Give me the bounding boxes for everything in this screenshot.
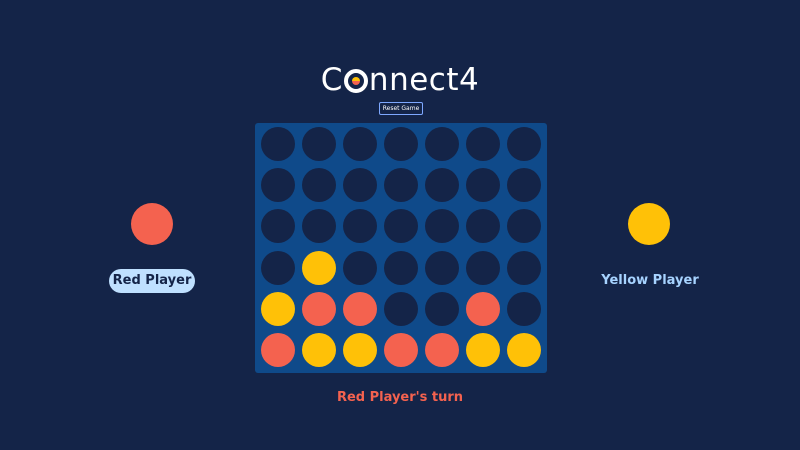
turn-status: Red Player's turn <box>336 390 464 405</box>
game-logo: Cnnect4 <box>0 60 800 100</box>
board-cell-empty[interactable] <box>384 209 418 244</box>
board-cell-empty[interactable] <box>384 168 418 203</box>
yellow-player-disc-icon <box>628 203 670 245</box>
red-player-label: Red Player <box>109 269 195 293</box>
board-cell-empty[interactable] <box>302 127 336 161</box>
board-cell-yellow-disc[interactable] <box>343 333 377 367</box>
board-cell-red-disc[interactable] <box>425 333 459 367</box>
board-cell-red-disc[interactable] <box>302 291 336 326</box>
game-board <box>255 123 547 373</box>
board-cell-empty[interactable] <box>466 168 500 203</box>
logo-disc-red-half <box>351 81 360 85</box>
board-cell-empty[interactable] <box>466 250 500 285</box>
board-cell-empty[interactable] <box>261 250 295 285</box>
board-cell-empty[interactable] <box>343 127 377 161</box>
board-cell-empty[interactable] <box>425 127 459 161</box>
board-cell-empty[interactable] <box>343 250 377 285</box>
board-cell-empty[interactable] <box>507 209 541 244</box>
board-cell-empty[interactable] <box>384 291 418 326</box>
reset-game-button[interactable]: Reset Game <box>379 102 423 115</box>
board-cell-empty[interactable] <box>466 209 500 244</box>
board-cell-empty[interactable] <box>507 168 541 203</box>
logo-suffix: nnect4 <box>368 62 480 98</box>
board-cell-empty[interactable] <box>384 250 418 285</box>
board-cell-red-disc[interactable] <box>343 291 377 326</box>
board-cell-yellow-disc[interactable] <box>261 291 295 326</box>
board-cell-yellow-disc[interactable] <box>466 333 500 367</box>
board-cell-empty[interactable] <box>384 127 418 161</box>
board-cell-yellow-disc[interactable] <box>302 250 336 285</box>
board-cell-empty[interactable] <box>507 291 541 326</box>
board-cell-empty[interactable] <box>425 250 459 285</box>
board-cell-empty[interactable] <box>343 209 377 244</box>
board-cell-empty[interactable] <box>302 209 336 244</box>
board-cell-red-disc[interactable] <box>384 333 418 367</box>
board-cell-empty[interactable] <box>507 250 541 285</box>
red-player-disc-icon <box>131 203 173 245</box>
board-cell-empty[interactable] <box>343 168 377 203</box>
yellow-player-label: Yellow Player <box>601 273 699 288</box>
board-cell-empty[interactable] <box>261 168 295 203</box>
board-cell-yellow-disc[interactable] <box>302 333 336 367</box>
board-cell-empty[interactable] <box>425 168 459 203</box>
connect4-disc-icon <box>343 69 368 93</box>
board-cell-empty[interactable] <box>302 168 336 203</box>
board-cell-empty[interactable] <box>466 127 500 161</box>
board-cell-yellow-disc[interactable] <box>507 333 541 367</box>
board-cell-red-disc[interactable] <box>466 291 500 326</box>
logo-prefix: C <box>320 62 343 98</box>
board-cell-empty[interactable] <box>261 209 295 244</box>
board-cell-red-disc[interactable] <box>261 333 295 367</box>
board-cell-empty[interactable] <box>507 127 541 161</box>
board-cell-empty[interactable] <box>425 291 459 326</box>
board-cell-empty[interactable] <box>261 127 295 161</box>
board-cell-empty[interactable] <box>425 209 459 244</box>
